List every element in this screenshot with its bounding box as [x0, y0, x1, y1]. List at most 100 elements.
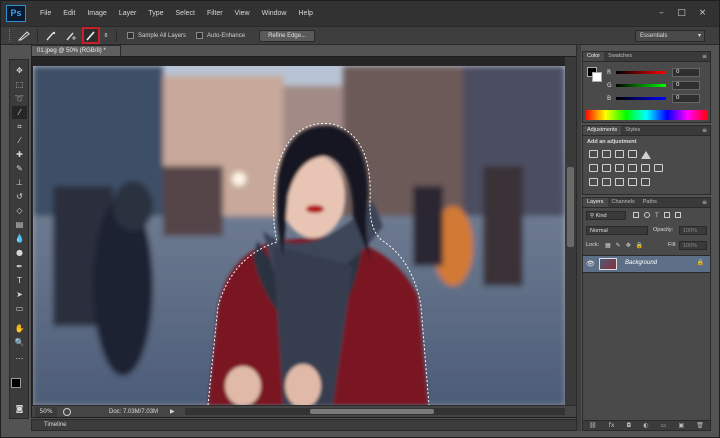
type-tool-icon[interactable]: T	[12, 274, 27, 287]
tab-channels[interactable]: Channels	[608, 198, 639, 207]
photo-filter-icon[interactable]	[628, 164, 637, 172]
tab-color[interactable]: Color	[583, 52, 605, 61]
layer-filter-select[interactable]: ⚲ Kind	[586, 211, 626, 220]
blue-value-field[interactable]: 0	[672, 93, 700, 103]
maximize-button[interactable]: □	[676, 7, 687, 18]
vertical-scrollbar[interactable]	[565, 57, 576, 406]
brush-size-picker-icon[interactable]: 8	[102, 29, 110, 42]
fill-field[interactable]: 100%	[679, 241, 707, 250]
brightness-contrast-icon[interactable]	[589, 150, 598, 158]
panel-menu-icon[interactable]: ≡	[702, 126, 707, 135]
adjustment-filter-icon[interactable]	[644, 212, 650, 218]
panel-collapse-strip[interactable]	[576, 45, 581, 431]
red-value-field[interactable]: 0	[672, 67, 700, 77]
posterize-icon[interactable]	[602, 178, 611, 186]
menu-window[interactable]: Window	[256, 10, 293, 17]
tab-layers[interactable]: Layers	[583, 198, 608, 207]
horizontal-scrollbar[interactable]	[185, 408, 565, 415]
gradient-map-icon[interactable]	[628, 178, 637, 186]
scroll-thumb[interactable]	[310, 409, 434, 414]
green-value-field[interactable]: 0	[672, 80, 700, 90]
menu-filter[interactable]: Filter	[201, 10, 229, 17]
menu-view[interactable]: View	[229, 10, 256, 17]
crop-tool-icon[interactable]: ⌗	[12, 120, 27, 133]
blue-gradient-bar[interactable]	[616, 96, 666, 100]
curves-icon[interactable]	[615, 150, 624, 158]
sample-all-layers-checkbox[interactable]: Sample All Layers	[127, 32, 186, 39]
auto-enhance-checkbox[interactable]: Auto-Enhance	[196, 32, 245, 39]
healing-brush-tool-icon[interactable]: ✚	[12, 148, 27, 161]
link-layers-icon[interactable]: ⛓	[589, 422, 597, 429]
menu-type[interactable]: Type	[142, 10, 169, 17]
new-adjustment-layer-icon[interactable]: ◐	[643, 422, 648, 429]
new-layer-icon[interactable]: ▣	[678, 422, 684, 429]
quick-selection-tool-icon[interactable]: ⁄	[12, 106, 27, 119]
threshold-icon[interactable]	[615, 178, 624, 186]
smart-object-filter-icon[interactable]	[674, 212, 681, 218]
menu-image[interactable]: Image	[81, 10, 112, 17]
layer-name[interactable]: Background	[625, 260, 657, 266]
subtract-from-selection-brush-icon[interactable]	[82, 27, 100, 44]
hand-tool-icon[interactable]: ✋	[12, 322, 27, 335]
lock-image-icon[interactable]: ✎	[616, 242, 621, 249]
quick-mask-icon[interactable]: ◙	[12, 402, 27, 415]
image-canvas[interactable]	[33, 66, 565, 405]
refine-edge-button[interactable]: Refine Edge...	[259, 29, 316, 42]
tool-preset-brush-icon[interactable]	[17, 29, 31, 42]
close-button[interactable]: ×	[697, 7, 708, 18]
menu-help[interactable]: Help	[293, 10, 319, 17]
levels-icon[interactable]	[602, 150, 611, 158]
scroll-thumb[interactable]	[567, 167, 574, 247]
tab-styles[interactable]: Styles	[621, 126, 644, 135]
selective-color-icon[interactable]	[641, 178, 650, 186]
delete-layer-icon[interactable]: 🗑	[696, 422, 704, 429]
vibrance-icon[interactable]	[641, 150, 651, 159]
lock-transparent-icon[interactable]: ▦	[605, 242, 611, 249]
new-group-icon[interactable]: ▭	[661, 422, 667, 429]
menu-file[interactable]: File	[34, 10, 57, 17]
eraser-tool-icon[interactable]: ◇	[12, 204, 27, 217]
brush-tool-icon[interactable]: ✎	[12, 162, 27, 175]
add-to-selection-brush-icon[interactable]	[64, 29, 78, 42]
move-tool-icon[interactable]: ✥	[12, 64, 27, 77]
workspace-select[interactable]: Essentials	[635, 30, 705, 42]
blend-mode-select[interactable]: Normal	[586, 226, 648, 235]
pixel-filter-icon[interactable]	[633, 212, 639, 218]
foreground-color-swatch[interactable]	[11, 378, 21, 388]
exposure-icon[interactable]	[628, 150, 637, 158]
new-selection-brush-icon[interactable]	[44, 29, 58, 42]
black-white-icon[interactable]	[615, 164, 624, 172]
add-mask-icon[interactable]: ◘	[627, 422, 632, 429]
type-filter-icon[interactable]: T	[655, 212, 659, 219]
red-channel-slider[interactable]: R 0	[607, 67, 707, 77]
history-brush-tool-icon[interactable]: ↺	[12, 190, 27, 203]
checkbox-box[interactable]	[127, 32, 134, 39]
color-lookup-icon[interactable]	[654, 164, 663, 172]
red-gradient-bar[interactable]	[616, 70, 666, 74]
green-channel-slider[interactable]: G 0	[607, 80, 707, 90]
timeline-panel-tab[interactable]: Timeline	[31, 419, 577, 431]
marquee-tool-icon[interactable]: ⬚	[12, 78, 27, 91]
lock-position-icon[interactable]: ✥	[626, 242, 631, 249]
lasso-tool-icon[interactable]: ➰	[12, 92, 27, 105]
status-info-icon[interactable]	[63, 407, 71, 416]
menu-select[interactable]: Select	[170, 10, 201, 17]
hue-saturation-icon[interactable]	[589, 164, 598, 172]
opacity-field[interactable]: 100%	[679, 226, 707, 235]
panel-menu-icon[interactable]: ≡	[702, 52, 707, 61]
menu-edit[interactable]: Edit	[57, 10, 81, 17]
blur-tool-icon[interactable]: 💧	[12, 232, 27, 245]
panel-menu-icon[interactable]: ≡	[702, 198, 707, 207]
dodge-tool-icon[interactable]: ●	[12, 246, 27, 259]
more-tools-icon[interactable]: …	[12, 350, 27, 363]
menu-layer[interactable]: Layer	[113, 10, 143, 17]
channel-mixer-icon[interactable]	[641, 164, 650, 172]
options-grip[interactable]	[9, 29, 11, 42]
tab-swatches[interactable]: Swatches	[604, 52, 636, 61]
color-balance-icon[interactable]	[602, 164, 611, 172]
path-selection-tool-icon[interactable]: ➤	[12, 288, 27, 301]
gradient-tool-icon[interactable]: ▤	[12, 218, 27, 231]
invert-icon[interactable]	[589, 178, 598, 186]
zoom-level[interactable]: 50%	[35, 406, 57, 417]
green-gradient-bar[interactable]	[616, 83, 666, 87]
